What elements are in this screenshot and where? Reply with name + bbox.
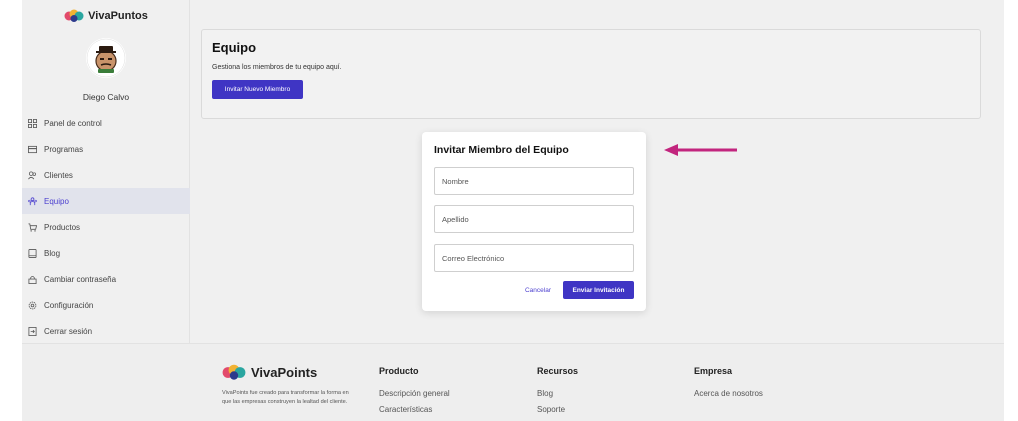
sidebar-brand-name: VivaPuntos bbox=[88, 10, 148, 22]
lock-icon bbox=[28, 275, 37, 284]
send-invitation-button[interactable]: Enviar Invitación bbox=[563, 281, 634, 299]
sidebar-item-label: Configuración bbox=[44, 300, 94, 310]
users-icon bbox=[28, 170, 37, 179]
sidebar-item-settings[interactable]: Configuración bbox=[22, 292, 190, 318]
gear-icon bbox=[28, 301, 37, 309]
sidebar-item-label: Cambiar contraseña bbox=[44, 274, 117, 284]
sidebar-item-blog[interactable]: Blog bbox=[22, 240, 190, 266]
cart-icon bbox=[28, 222, 37, 232]
sidebar: VivaPuntos Diego Calvo Panel de control bbox=[22, 0, 190, 343]
footer-column-title: Empresa bbox=[694, 366, 733, 376]
last-name-input[interactable] bbox=[434, 205, 634, 233]
footer-column-product: Producto Descripción general Característ… bbox=[379, 366, 450, 418]
vivapuntos-logo-icon bbox=[64, 9, 84, 22]
card-icon bbox=[28, 145, 37, 153]
dashboard-icon bbox=[28, 118, 37, 128]
footer-link-features[interactable]: Características bbox=[379, 402, 450, 418]
annotation-arrow-icon bbox=[664, 144, 737, 156]
sidebar-item-clients[interactable]: Clientes bbox=[22, 162, 190, 188]
sidebar-brand[interactable]: VivaPuntos bbox=[22, 6, 190, 26]
team-icon bbox=[28, 196, 37, 205]
footer: VivaPoints VivaPoints fue creado para tr… bbox=[22, 343, 1004, 421]
chocolatero-badge-icon bbox=[86, 38, 126, 78]
sidebar-item-label: Blog bbox=[44, 248, 61, 258]
footer-brand[interactable]: VivaPoints bbox=[222, 364, 317, 381]
footer-column-title: Recursos bbox=[537, 366, 579, 376]
logout-icon bbox=[28, 326, 37, 336]
team-description: Gestiona los miembros de tu equipo aquí. bbox=[212, 64, 342, 71]
footer-column-resources: Recursos Blog Soporte bbox=[537, 366, 578, 418]
cancel-button[interactable]: Cancelar bbox=[518, 281, 558, 299]
sidebar-item-label: Panel de control bbox=[44, 118, 102, 128]
footer-description: VivaPoints fue creado para transformar l… bbox=[222, 390, 349, 405]
footer-link-about[interactable]: Acerca de nosotros bbox=[694, 386, 763, 402]
invite-new-member-button[interactable]: Invitar Nuevo Miembro bbox=[212, 80, 303, 99]
sidebar-item-label: Cerrar sesión bbox=[44, 326, 93, 336]
sidebar-item-products[interactable]: Productos bbox=[22, 214, 190, 240]
modal-title: Invitar Miembro del Equipo bbox=[434, 144, 569, 156]
sidebar-item-dashboard[interactable]: Panel de control bbox=[22, 110, 190, 136]
email-input[interactable] bbox=[434, 244, 634, 272]
sidebar-nav: Panel de control Programas Clientes Equi… bbox=[22, 110, 190, 344]
sidebar-item-label: Productos bbox=[44, 222, 81, 232]
sidebar-item-change-password[interactable]: Cambiar contraseña bbox=[22, 266, 190, 292]
book-icon bbox=[28, 248, 37, 258]
footer-column-company: Empresa Acerca de nosotros bbox=[694, 366, 763, 402]
sidebar-item-programs[interactable]: Programas bbox=[22, 136, 190, 162]
sidebar-item-label: Clientes bbox=[44, 170, 73, 180]
team-card: Equipo Gestiona los miembros de tu equip… bbox=[201, 29, 981, 119]
sidebar-item-logout[interactable]: Cerrar sesión bbox=[22, 318, 190, 344]
sidebar-item-label: Equipo bbox=[44, 196, 69, 206]
invite-member-modal: Invitar Miembro del Equipo Cancelar Envi… bbox=[422, 132, 646, 311]
user-name: Diego Calvo bbox=[82, 92, 130, 102]
page-title: Equipo bbox=[212, 40, 257, 55]
footer-column-title: Producto bbox=[379, 366, 419, 376]
sidebar-item-label: Programas bbox=[44, 144, 84, 154]
footer-link-overview[interactable]: Descripción general bbox=[379, 386, 450, 402]
footer-link-blog[interactable]: Blog bbox=[537, 386, 578, 402]
avatar[interactable] bbox=[86, 38, 126, 78]
sidebar-item-team[interactable]: Equipo bbox=[22, 188, 190, 214]
vivapoints-logo-icon bbox=[222, 364, 246, 380]
footer-brand-name: VivaPoints bbox=[251, 365, 318, 380]
first-name-input[interactable] bbox=[434, 167, 634, 195]
footer-link-support[interactable]: Soporte bbox=[537, 402, 578, 418]
